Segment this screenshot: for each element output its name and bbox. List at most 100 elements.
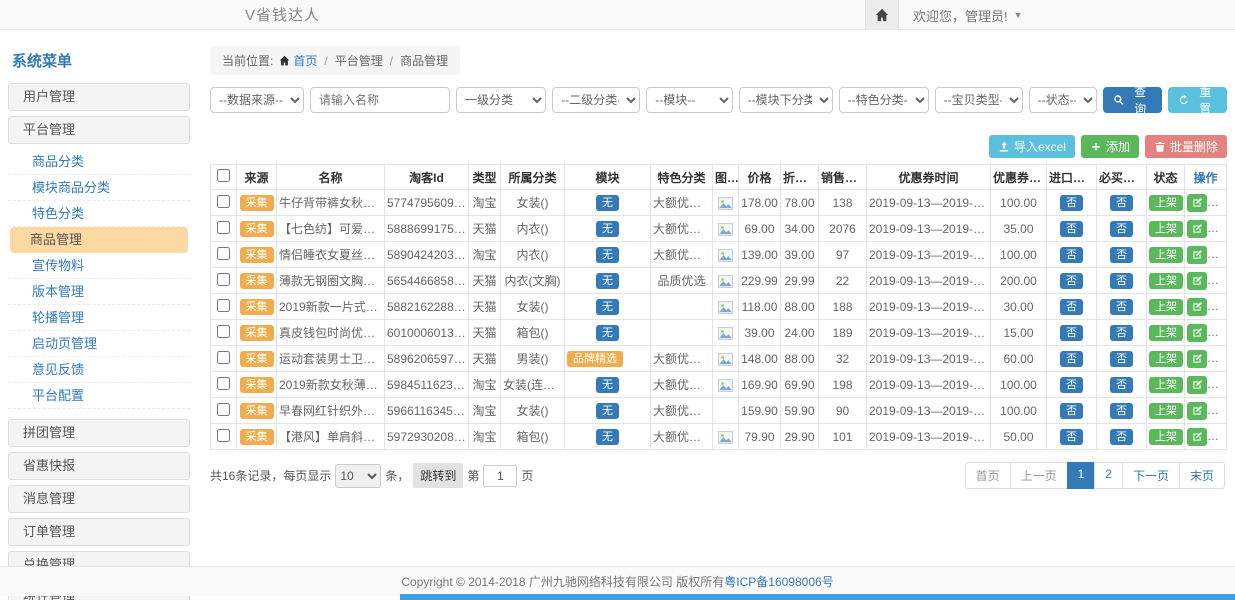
row-checkbox[interactable] [217,221,230,234]
import-select-toggle[interactable]: 否 [1060,195,1083,211]
filter-select-level2-category[interactable]: --二级分类-- [552,87,640,113]
sidebar-item-goods-category[interactable]: 商品分类 [8,149,190,175]
must-buy-toggle[interactable]: 否 [1110,377,1133,393]
must-buy-toggle[interactable]: 否 [1110,221,1133,237]
import-select-toggle[interactable]: 否 [1060,429,1083,445]
edit-button[interactable] [1187,220,1207,238]
pager-page-2[interactable]: 2 [1094,462,1123,489]
sidebar-item-user-mgmt[interactable]: 用户管理 [8,83,190,111]
row-checkbox[interactable] [217,299,230,312]
module-badge[interactable]: 无 [596,377,619,393]
import-select-toggle[interactable]: 否 [1060,403,1083,419]
module-badge[interactable]: 无 [596,273,619,289]
module-badge[interactable]: 无 [596,299,619,315]
filter-select-module[interactable]: --模块-- [646,87,732,113]
edit-button[interactable] [1187,428,1207,446]
sidebar-item-splash-mgmt[interactable]: 启动页管理 [8,331,190,357]
sidebar-item-group-buy-mgmt[interactable]: 拼团管理 [8,419,190,447]
import-select-toggle[interactable]: 否 [1060,325,1083,341]
sidebar-item-feedback[interactable]: 意见反馈 [8,357,190,383]
row-checkbox[interactable] [217,195,230,208]
row-checkbox[interactable] [217,247,230,260]
add-button[interactable]: 添加 [1081,135,1139,158]
status-badge[interactable]: 上架 [1149,299,1183,315]
status-badge[interactable]: 上架 [1149,403,1183,419]
sidebar-item-platform-mgmt[interactable]: 平台管理 [8,116,190,144]
filter-select-module-subcategory[interactable]: --模块下分类-- [739,87,833,113]
select-all-checkbox[interactable] [217,169,230,182]
module-badge[interactable]: 无 [596,195,619,211]
row-checkbox[interactable] [217,273,230,286]
user-menu[interactable]: 欢迎您，管理员! ▼ [899,0,1023,30]
pager-last[interactable]: 末页 [1179,462,1225,489]
must-buy-toggle[interactable]: 否 [1110,351,1133,367]
sidebar-item-carousel-mgmt[interactable]: 轮播管理 [8,305,190,331]
batch-delete-button[interactable]: 批量删除 [1145,135,1227,158]
must-buy-toggle[interactable]: 否 [1110,247,1133,263]
sidebar-item-version-mgmt[interactable]: 版本管理 [8,279,190,305]
row-checkbox[interactable] [217,429,230,442]
status-badge[interactable]: 上架 [1149,221,1183,237]
must-buy-toggle[interactable]: 否 [1110,299,1133,315]
status-badge[interactable]: 上架 [1149,273,1183,289]
row-checkbox[interactable] [217,325,230,338]
must-buy-toggle[interactable]: 否 [1110,273,1133,289]
status-badge[interactable]: 上架 [1149,377,1183,393]
filter-select-item-type[interactable]: --宝贝类型-- [935,87,1023,113]
import-select-toggle[interactable]: 否 [1060,299,1083,315]
module-badge[interactable]: 无 [596,403,619,419]
sidebar-item-message-mgmt[interactable]: 消息管理 [8,485,190,513]
status-badge[interactable]: 上架 [1149,247,1183,263]
edit-button[interactable] [1187,350,1207,368]
reset-button[interactable]: 重置 [1168,87,1227,113]
row-checkbox[interactable] [217,377,230,390]
jump-page-input[interactable] [483,465,517,487]
icp-link[interactable]: 粤ICP备16098006号 [724,573,833,590]
edit-button[interactable] [1187,376,1207,394]
jump-button[interactable]: 跳转到 [413,463,463,488]
import-select-toggle[interactable]: 否 [1060,351,1083,367]
filter-input-name[interactable] [310,87,450,113]
module-badge[interactable]: 无 [596,325,619,341]
row-checkbox[interactable] [217,403,230,416]
sidebar-item-saving-express[interactable]: 省惠快报 [8,452,190,480]
must-buy-toggle[interactable]: 否 [1110,429,1133,445]
page-size-select[interactable]: 10 [335,464,381,488]
sidebar-item-goods-mgmt[interactable]: 商品管理 [10,227,188,253]
status-badge[interactable]: 上架 [1149,429,1183,445]
module-badge[interactable]: 无 [596,221,619,237]
module-badge[interactable]: 无 [596,247,619,263]
status-badge[interactable]: 上架 [1149,195,1183,211]
must-buy-toggle[interactable]: 否 [1110,195,1133,211]
search-button[interactable]: 查询 [1103,87,1162,113]
pager-first[interactable]: 首页 [965,462,1011,489]
edit-button[interactable] [1187,246,1207,264]
pager-prev[interactable]: 上一页 [1010,462,1068,489]
edit-button[interactable] [1187,298,1207,316]
row-checkbox[interactable] [217,351,230,364]
import-excel-button[interactable]: 导入excel [989,135,1075,158]
filter-select-data-source[interactable]: --数据来源-- [210,87,304,113]
must-buy-toggle[interactable]: 否 [1110,325,1133,341]
status-badge[interactable]: 上架 [1149,325,1183,341]
filter-select-status[interactable]: --状态-- [1029,87,1097,113]
edit-button[interactable] [1187,402,1207,420]
pager-next[interactable]: 下一页 [1122,462,1180,489]
status-badge[interactable]: 上架 [1149,351,1183,367]
import-select-toggle[interactable]: 否 [1060,377,1083,393]
bottom-scrollbar-thumb[interactable] [400,594,1235,600]
pager-page-1[interactable]: 1 [1067,462,1096,489]
edit-button[interactable] [1187,194,1207,212]
sidebar-item-module-goods-category[interactable]: 模块商品分类 [8,175,190,201]
sidebar-item-promo-materials[interactable]: 宣传物料 [8,253,190,279]
module-badge[interactable]: 品牌精选 [567,351,623,367]
import-select-toggle[interactable]: 否 [1060,273,1083,289]
edit-button[interactable] [1187,324,1207,342]
sidebar-item-feature-category[interactable]: 特色分类 [8,201,190,227]
edit-button[interactable] [1187,272,1207,290]
filter-select-level1-category[interactable]: 一级分类 [456,87,546,113]
sidebar-item-platform-config[interactable]: 平台配置 [8,383,190,409]
import-select-toggle[interactable]: 否 [1060,221,1083,237]
filter-select-feature-category[interactable]: --特色分类-- [839,87,929,113]
sidebar-item-order-mgmt[interactable]: 订单管理 [8,518,190,546]
